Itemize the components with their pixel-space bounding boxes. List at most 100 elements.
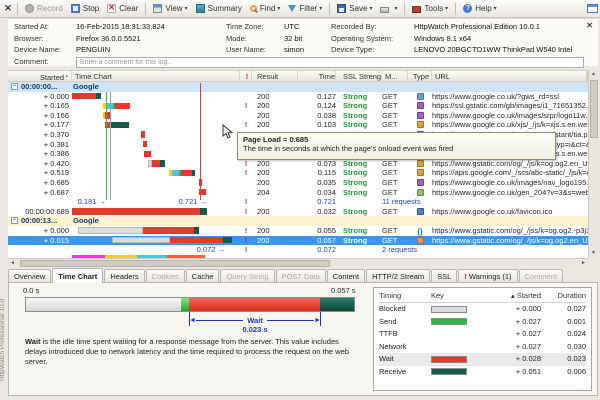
timing-row-send[interactable]: Send+ 0.0270.001 — [379, 316, 586, 329]
hscroll-thumb[interactable] — [20, 260, 330, 267]
timing-col-timing[interactable]: Timing — [379, 290, 431, 302]
scroll-left-icon[interactable]: ◄ — [10, 259, 15, 267]
info-value: 16-Feb-2015 18:31:33.824 — [76, 21, 226, 33]
status-code: 200 — [252, 92, 298, 102]
tab-comment[interactable]: Comment — [519, 269, 564, 283]
toolbar-label: Tools — [424, 4, 443, 13]
timing-col-duration[interactable]: Duration — [541, 290, 586, 302]
tab-post-data[interactable]: POST Data — [276, 269, 326, 283]
tab-cache[interactable]: Cache — [186, 269, 220, 283]
tab-headers[interactable]: Headers — [104, 269, 144, 283]
warning-icon: ! — [240, 207, 252, 217]
summary-total-time: 0.072 — [298, 245, 336, 255]
column-header-m[interactable]: M... — [382, 71, 408, 81]
toolbar-button-save[interactable]: Save▾ — [333, 2, 376, 15]
toolbar-button-stop[interactable]: Stop — [67, 2, 103, 15]
detail-segment-blocked — [26, 298, 181, 311]
column-header-started[interactable]: Started ▴ — [8, 71, 72, 81]
tab-query-string[interactable]: Query String — [220, 269, 274, 283]
spacer — [336, 197, 382, 207]
toolbar-button-record[interactable]: Record — [21, 2, 67, 15]
request-row[interactable]: + 0.165!2000.124StrongGEThttps://ssl.gst… — [8, 101, 588, 111]
request-url: https://apis.google.com/_/scs/abc-static… — [432, 168, 588, 178]
toolbar-button-filter[interactable]: Filter▾ — [284, 2, 326, 15]
tab-label: Headers — [110, 272, 138, 281]
timing-started: + 0.051 — [491, 366, 541, 379]
timing-row-blocked[interactable]: Blocked+ 0.0000.027 — [379, 303, 586, 316]
toolbar-button-clear[interactable]: Clear — [103, 2, 142, 15]
timing-segment-receive — [194, 227, 199, 233]
timing-segment-connect — [172, 170, 179, 176]
request-row[interactable]: + 0.6852000.035StrongGEThttps://www.goog… — [8, 178, 588, 188]
column-header-result[interactable]: Result — [252, 71, 298, 81]
timing-key — [431, 303, 491, 316]
request-time-chart — [72, 92, 240, 102]
time-chart-panel: 0.0 s 0.057 s ◄ Wait ► 0.023 s Wait is t… — [8, 282, 598, 396]
column-header-timechart[interactable]: Time Chart — [72, 71, 240, 81]
request-row[interactable]: + 0.177!2000.103StrongGEThttps://www.goo… — [8, 120, 588, 130]
page-group-row[interactable]: −00:00:13...Google — [8, 216, 588, 226]
tab-overview[interactable]: Overview — [8, 269, 51, 283]
help-icon — [463, 4, 472, 13]
scroll-down-icon[interactable]: ▼ — [589, 249, 598, 258]
toolbar-button-view[interactable]: View▾ — [149, 2, 191, 15]
timing-col-key[interactable]: Key — [431, 290, 491, 302]
tab-warnings-1-[interactable]: !Warnings (1) — [458, 269, 517, 283]
tab-cookies[interactable]: Cookies — [146, 269, 185, 283]
request-row[interactable]: + 0.6872040.034StrongGEThttps://www.goog… — [8, 188, 588, 198]
timing-col-started[interactable]: ▴ Started — [491, 290, 541, 302]
comment-input[interactable] — [76, 57, 584, 68]
collapse-icon[interactable]: − — [11, 83, 18, 90]
horizontal-scrollbar[interactable]: ◄ ► — [8, 258, 588, 267]
timing-segment-wait — [170, 237, 223, 243]
toolbar-button-find[interactable]: Find▾ — [246, 2, 285, 15]
page-group-row[interactable]: −00:00:00...Google — [8, 82, 588, 92]
timing-row-ttfb[interactable]: TTFB+ 0.0270.024 — [379, 328, 586, 341]
panel-close-icon[interactable]: ✕ — [2, 3, 14, 14]
timing-row-receive[interactable]: Receive+ 0.0510.006 — [379, 366, 586, 379]
toolbar-button-print[interactable]: ▾ — [376, 3, 401, 15]
ssl-strong-label: Strong — [343, 236, 367, 245]
request-row[interactable]: + 0.000!2000.055StrongGET{}https://www.g… — [8, 226, 588, 236]
collapse-icon[interactable]: − — [11, 217, 18, 224]
toolbar-separator — [455, 3, 456, 15]
tab-http-2-stream[interactable]: HTTP/2 Stream — [366, 269, 430, 283]
request-row[interactable]: + 0.420!2000.073StrongGEThttps://www.gst… — [8, 159, 588, 169]
toolbar-button-summary[interactable]: Summary — [192, 2, 246, 15]
find-icon — [250, 5, 257, 12]
ssl-strong-label: Strong — [343, 178, 367, 187]
scroll-right-icon[interactable]: ► — [581, 259, 586, 267]
ssl-strong-label: Strong — [343, 101, 367, 110]
column-header-url[interactable]: URL — [432, 71, 587, 81]
timing-table-header[interactable]: TimingKey▴ StartedDuration — [379, 290, 586, 303]
toolbar-label: Record — [37, 4, 63, 13]
window-restore-icon[interactable] — [587, 4, 598, 13]
vertical-scrollbar[interactable]: ▲ ▼ — [588, 70, 598, 258]
tab-content[interactable]: Content — [327, 269, 365, 283]
toolbar-label: Filter — [299, 4, 317, 13]
request-url: https://www.google.co.uk/images/nav_logo… — [432, 178, 588, 188]
tab-ssl[interactable]: SSL — [431, 269, 457, 283]
toolbar-button-tools[interactable]: Tools▾ — [408, 2, 452, 15]
timing-row-wait[interactable]: Wait+ 0.0280.023 — [379, 353, 586, 366]
column-header-type[interactable]: Type — [408, 71, 432, 81]
timing-row-network[interactable]: Network+ 0.0270.030 — [379, 341, 586, 354]
sort-asc-icon: ▴ — [64, 73, 68, 79]
column-header-[interactable]: ! — [240, 71, 252, 81]
column-header-time[interactable]: Time — [298, 71, 336, 81]
chevron-down-icon: ▾ — [319, 5, 322, 12]
vscroll-thumb[interactable] — [590, 80, 598, 138]
request-row[interactable]: + 0.015!2000.057StrongGEThttps://www.gst… — [8, 236, 588, 246]
request-row[interactable]: + 0.1662000.038StrongGEThttps://www.goog… — [8, 111, 588, 121]
info-close-icon[interactable]: ✕ — [586, 21, 593, 30]
request-row[interactable]: + 0.519!2000.115StrongGEThttps://apis.go… — [8, 168, 588, 178]
tooltip-body: The time in seconds at which the page's … — [243, 144, 550, 153]
grid-header[interactable]: Started ▴Time Chart!ResultTimeSSL Streng… — [8, 70, 588, 82]
toolbar-button-help[interactable]: Help▾ — [459, 2, 500, 15]
tab-time-chart[interactable]: Time Chart — [52, 268, 103, 283]
http-method: GET — [382, 101, 408, 111]
scroll-up-icon[interactable]: ▲ — [589, 70, 598, 79]
request-row[interactable]: 00:00:00.689!2000.032StrongGEThttps://ww… — [8, 207, 588, 217]
request-row[interactable]: + 0.0002000.127StrongGEThttps://www.goog… — [8, 92, 588, 102]
column-header-sslstrength[interactable]: SSL Strength — [336, 71, 382, 81]
